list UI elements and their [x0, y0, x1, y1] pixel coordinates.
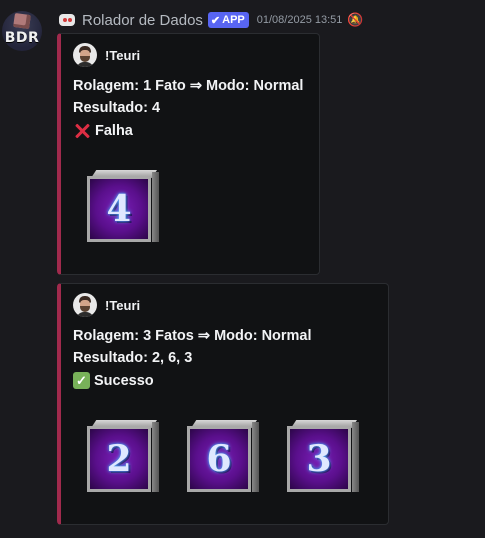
avatar-text: BDR — [4, 30, 40, 46]
bot-icon — [58, 12, 76, 28]
status-text: Sucesso — [94, 372, 154, 389]
die-image[interactable]: 3 — [287, 420, 359, 496]
die-image[interactable]: 4 — [87, 170, 159, 246]
die-value: 6 — [206, 438, 232, 480]
die-image[interactable]: 6 — [187, 420, 259, 496]
check-box-icon: ✓ — [73, 372, 90, 389]
message-timestamp[interactable]: 01/08/2025 13:51 — [257, 14, 343, 26]
embed-author: !Teuri — [73, 293, 140, 317]
bot-name[interactable]: Rolador de Dados — [82, 12, 203, 29]
app-badge-label: APP — [222, 14, 245, 26]
result-line: Resultado: 2, 6, 3 — [73, 350, 193, 366]
die-value: 4 — [106, 188, 132, 230]
bell-silent-icon: 🔕 — [347, 12, 364, 28]
status-line: ✓ Sucesso — [73, 372, 154, 389]
verified-check-icon: ✔ — [210, 14, 221, 27]
message-header: Rolador de Dados ✔ APP 01/08/2025 13:51 … — [58, 9, 364, 31]
status-line: Falha — [73, 122, 133, 140]
user-avatar[interactable] — [73, 293, 97, 317]
die-image[interactable]: 2 — [87, 420, 159, 496]
bot-avatar[interactable]: BDR — [2, 11, 42, 51]
cross-mark-icon — [73, 122, 91, 140]
embed-author: !Teuri — [73, 43, 140, 67]
user-avatar[interactable] — [73, 43, 97, 67]
app-badge: ✔ APP — [207, 12, 249, 28]
roll-line: Rolagem: 1 Fato ⇒ Modo: Normal — [73, 78, 304, 94]
die-value: 2 — [106, 438, 132, 480]
roll-line: Rolagem: 3 Fatos ⇒ Modo: Normal — [73, 328, 312, 344]
embed-author-name: !Teuri — [105, 47, 141, 63]
roll-embed-2: !Teuri Rolagem: 3 Fatos ⇒ Modo: Normal R… — [57, 283, 389, 525]
status-text: Falha — [95, 123, 133, 139]
die-value: 3 — [306, 438, 332, 480]
dice-icon — [13, 12, 31, 30]
roll-embed-1: !Teuri Rolagem: 1 Fato ⇒ Modo: Normal Re… — [57, 33, 320, 275]
embed-author-name: !Teuri — [105, 297, 141, 313]
result-line: Resultado: 4 — [73, 100, 161, 116]
